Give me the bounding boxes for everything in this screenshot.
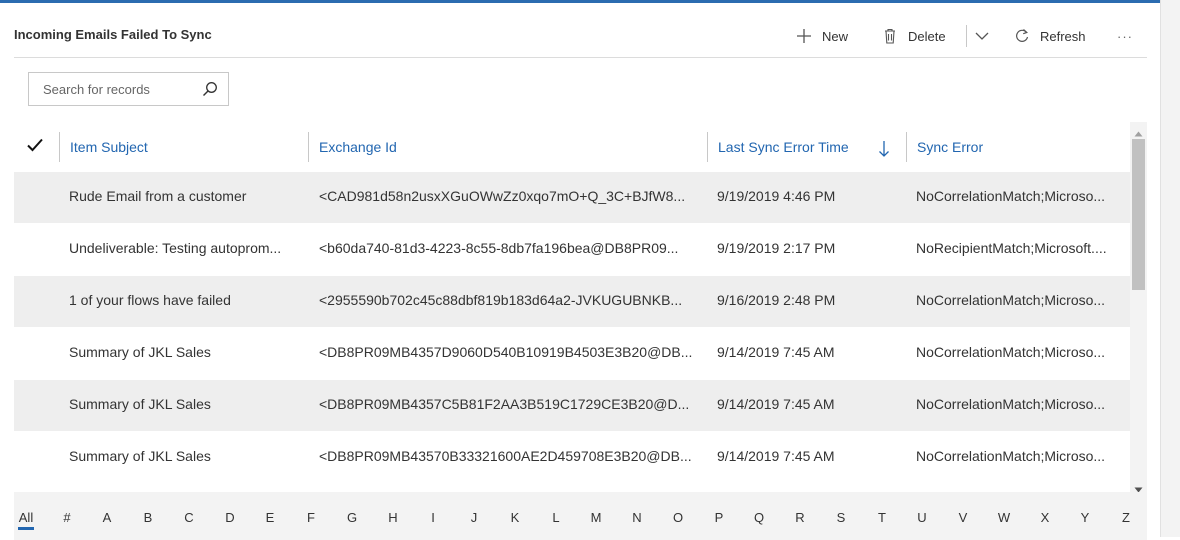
alphabet-filter-q[interactable]: Q xyxy=(747,510,771,525)
alphabet-filter-s[interactable]: S xyxy=(829,510,853,525)
new-button-label: New xyxy=(822,28,849,44)
scroll-down-arrow-icon[interactable] xyxy=(1134,481,1143,493)
alphabet-filter-i[interactable]: I xyxy=(421,510,445,525)
alphabet-filter-k[interactable]: K xyxy=(503,510,527,525)
column-header-last-sync-error-time[interactable]: Last Sync Error Time xyxy=(707,132,906,162)
delete-split-button[interactable] xyxy=(972,24,992,48)
table-row[interactable]: Rude Email from a customer <CAD981d58n2u… xyxy=(14,172,1130,224)
table-row[interactable]: Summary of JKL Sales <DB8PR09MB4357C5B81… xyxy=(14,380,1130,432)
cell-last-sync-error-time: 9/19/2019 2:17 PM xyxy=(717,240,836,256)
cell-last-sync-error-time: 9/16/2019 2:48 PM xyxy=(717,292,836,308)
cell-last-sync-error-time: 9/19/2019 4:46 PM xyxy=(717,188,836,204)
cell-item-subject[interactable]: Summary of JKL Sales xyxy=(69,432,299,484)
search-input[interactable] xyxy=(29,73,197,105)
alphabet-filter-e[interactable]: E xyxy=(258,510,282,525)
cell-item-subject[interactable]: Undeliverable: Testing autoprom... xyxy=(69,224,299,276)
search-box xyxy=(28,72,229,106)
cell-last-sync-error-time: 9/14/2019 7:45 AM xyxy=(717,396,835,412)
cell-item-subject[interactable]: Summary of JKL Sales xyxy=(69,380,299,432)
table-row[interactable]: Summary of JKL Sales <DB8PR09MB43570B333… xyxy=(14,432,1130,484)
table-row[interactable]: 1 of your flows have failed <2955590b702… xyxy=(14,276,1130,328)
cell-sync-error: NoCorrelationMatch;Microso... xyxy=(916,396,1106,412)
alphabet-filter-a[interactable]: A xyxy=(95,510,119,525)
alphabet-filter-bar: All # A B C D E F G H I J K L M N O P Q R S T U V W X Y Z xyxy=(14,492,1147,540)
cell-exchange-id: <b60da740-81d3-4223-8c55-8db7fa196bea@DB… xyxy=(319,240,679,256)
arrow-down-icon xyxy=(878,138,890,157)
alphabet-filter-t[interactable]: T xyxy=(870,510,894,525)
cell-last-sync-error-time: 9/14/2019 7:45 AM xyxy=(717,448,835,464)
command-separator xyxy=(966,25,967,47)
cell-item-subject[interactable]: Rude Email from a customer xyxy=(69,172,299,224)
delete-button[interactable]: Delete xyxy=(880,24,946,48)
vertical-scrollbar[interactable] xyxy=(1130,122,1147,493)
select-all-checkmark-icon[interactable] xyxy=(26,136,44,154)
alphabet-filter-j[interactable]: J xyxy=(462,510,486,525)
alphabet-filter-x[interactable]: X xyxy=(1033,510,1057,525)
alphabet-filter-c[interactable]: C xyxy=(177,510,201,525)
right-gutter xyxy=(1160,0,1180,537)
cell-sync-error: NoCorrelationMatch;Microso... xyxy=(916,188,1106,204)
refresh-icon xyxy=(1012,26,1032,46)
alphabet-filter-m[interactable]: M xyxy=(584,510,608,525)
cell-sync-error: NoCorrelationMatch;Microso... xyxy=(916,292,1106,308)
plus-icon xyxy=(794,26,814,46)
alphabet-filter-v[interactable]: V xyxy=(951,510,975,525)
alphabet-filter-f[interactable]: F xyxy=(299,510,323,525)
alphabet-filter-g[interactable]: G xyxy=(340,510,364,525)
new-button[interactable]: New xyxy=(794,24,848,48)
alphabet-filter-number[interactable]: # xyxy=(55,510,79,525)
chevron-down-icon xyxy=(972,26,992,46)
scrollbar-thumb[interactable] xyxy=(1132,139,1145,290)
alphabet-filter-w[interactable]: W xyxy=(992,510,1016,525)
scroll-up-arrow-icon[interactable] xyxy=(1134,125,1143,137)
cell-item-subject[interactable]: Summary of JKL Sales xyxy=(69,328,299,380)
grid-header: Item Subject Exchange Id Last Sync Error… xyxy=(14,122,1130,172)
command-bar: Incoming Emails Failed To Sync New Delet… xyxy=(14,6,1147,58)
alphabet-filter-u[interactable]: U xyxy=(910,510,934,525)
alphabet-filter-r[interactable]: R xyxy=(788,510,812,525)
grid-body: Rude Email from a customer <CAD981d58n2u… xyxy=(14,172,1130,484)
column-header-label: Last Sync Error Time xyxy=(718,139,849,155)
column-header-item-subject[interactable]: Item Subject xyxy=(59,132,309,162)
search-icon[interactable] xyxy=(202,81,218,97)
cell-exchange-id: <DB8PR09MB4357D9060D540B10919B4503E3B20@… xyxy=(319,344,693,360)
cell-exchange-id: <DB8PR09MB4357C5B81F2AA3B519C1729CE3B20@… xyxy=(319,396,690,412)
alphabet-filter-z[interactable]: Z xyxy=(1114,510,1138,525)
alphabet-filter-h[interactable]: H xyxy=(381,510,405,525)
column-header-exchange-id[interactable]: Exchange Id xyxy=(308,132,707,162)
cell-last-sync-error-time: 9/14/2019 7:45 AM xyxy=(717,344,835,360)
delete-button-label: Delete xyxy=(908,28,946,44)
table-row[interactable]: Summary of JKL Sales <DB8PR09MB4357D9060… xyxy=(14,328,1130,380)
alphabet-filter-p[interactable]: P xyxy=(707,510,731,525)
cell-sync-error: NoRecipientMatch;Microsoft.... xyxy=(916,240,1107,256)
table-row[interactable]: Undeliverable: Testing autoprom... <b60d… xyxy=(14,224,1130,276)
alphabet-filter-all[interactable]: All xyxy=(14,510,38,530)
cell-exchange-id: <DB8PR09MB43570B33321600AE2D459708E3B20@… xyxy=(319,448,692,464)
view-title: Incoming Emails Failed To Sync xyxy=(14,27,212,42)
trash-icon xyxy=(880,26,900,46)
alphabet-filter-b[interactable]: B xyxy=(136,510,160,525)
refresh-button-label: Refresh xyxy=(1040,28,1086,44)
more-icon: ··· xyxy=(1117,28,1133,44)
alphabet-filter-y[interactable]: Y xyxy=(1073,510,1097,525)
alphabet-filter-l[interactable]: L xyxy=(544,510,568,525)
cell-sync-error: NoCorrelationMatch;Microso... xyxy=(916,448,1106,464)
cell-sync-error: NoCorrelationMatch;Microso... xyxy=(916,344,1106,360)
cell-item-subject[interactable]: 1 of your flows have failed xyxy=(69,276,299,328)
cell-exchange-id: <2955590b702c45c88dbf819b183d64a2-JVKUGU… xyxy=(319,292,683,308)
refresh-button[interactable]: Refresh xyxy=(1012,24,1086,48)
alphabet-filter-o[interactable]: O xyxy=(666,510,690,525)
alphabet-filter-n[interactable]: N xyxy=(625,510,649,525)
view-frame: Incoming Emails Failed To Sync New Delet… xyxy=(0,0,1160,540)
cell-exchange-id: <CAD981d58n2usxXGuOWwZz0xqo7mO+Q_3C+BJfW… xyxy=(319,188,686,204)
more-commands-button[interactable]: ··· xyxy=(1117,24,1133,48)
column-header-sync-error[interactable]: Sync Error xyxy=(906,132,1128,162)
alphabet-filter-d[interactable]: D xyxy=(218,510,242,525)
